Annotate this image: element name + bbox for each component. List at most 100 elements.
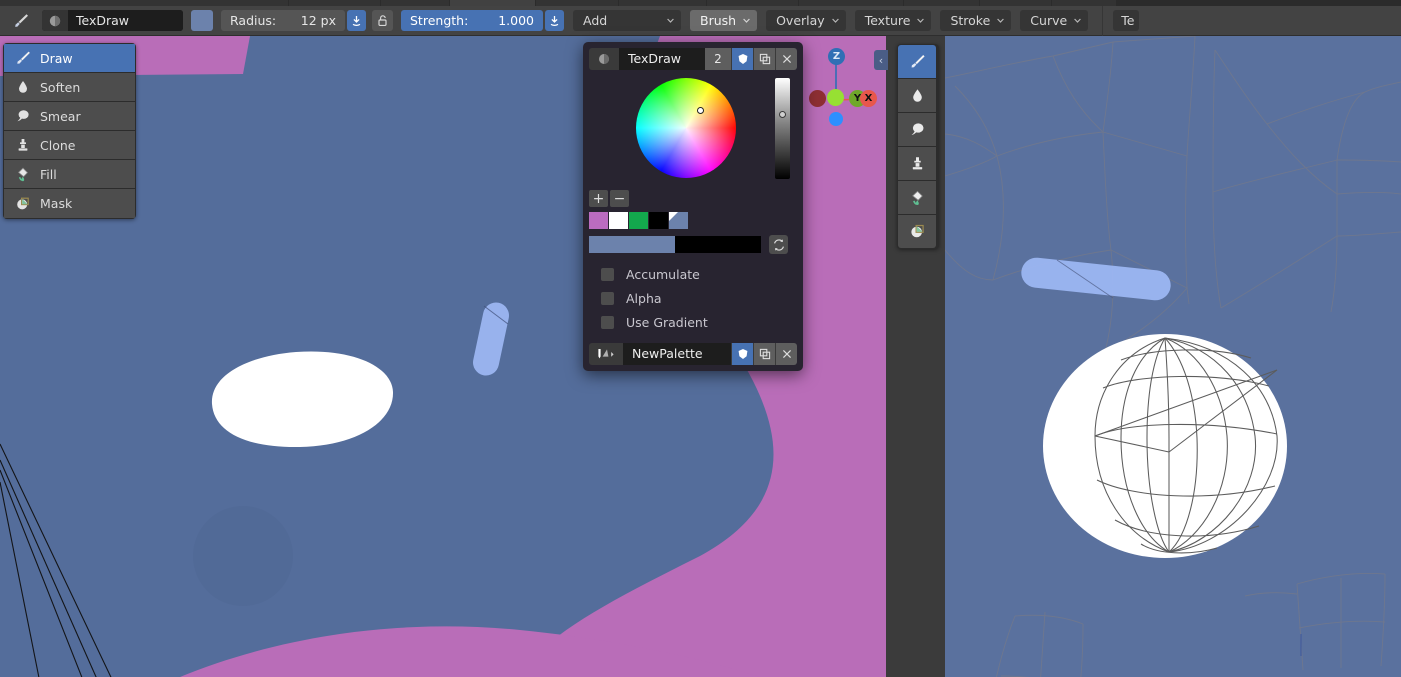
stamp-icon — [912, 157, 922, 170]
menu-stroke[interactable]: Stroke — [940, 10, 1012, 31]
overflow-menu-button[interactable]: Te — [1113, 10, 1140, 31]
menu-curve-label: Curve — [1030, 13, 1068, 28]
tool-draw[interactable]: Draw — [4, 44, 135, 73]
gizmo-axis-neg-x[interactable] — [809, 90, 826, 107]
menu-brush[interactable]: Brush — [690, 10, 758, 31]
viewport-tool-clone[interactable] — [898, 147, 936, 181]
toolbar-separator — [1102, 5, 1104, 36]
primary-color-swatch[interactable] — [589, 236, 675, 253]
menu-curve[interactable]: Curve — [1020, 10, 1089, 31]
stamp-icon — [10, 133, 36, 157]
primary-secondary-colors — [589, 235, 797, 254]
copy-icon[interactable] — [753, 48, 775, 70]
radius-value: 12 px — [300, 13, 336, 28]
bucket-icon — [10, 162, 36, 186]
chevron-down-icon — [666, 13, 675, 28]
bucket-icon — [911, 190, 923, 205]
tool-smear-label: Smear — [40, 108, 81, 124]
palette-name-field[interactable]: NewPalette — [623, 343, 731, 365]
color-wheel-row — [589, 78, 797, 179]
secondary-color-swatch[interactable] — [675, 236, 761, 253]
alpha-checkbox[interactable] — [601, 291, 614, 305]
shield-icon[interactable] — [731, 343, 753, 365]
gizmo-axis-neg-y[interactable] — [827, 89, 844, 106]
popup-brush-datablock: TexDraw 2 — [589, 48, 797, 70]
alpha-label: Alpha — [626, 290, 662, 306]
viewport-origin-dot — [829, 112, 843, 126]
viewport-tool-smear[interactable] — [898, 113, 936, 147]
tool-fill[interactable]: Fill — [4, 160, 135, 189]
viewport-tool-mask[interactable] — [898, 215, 936, 248]
tool-clone[interactable]: Clone — [4, 131, 135, 160]
swap-colors-icon[interactable] — [769, 235, 788, 254]
use-gradient-checkbox[interactable] — [601, 315, 614, 329]
swatch-selected-marker — [669, 212, 678, 221]
palette-datablock: NewPalette — [589, 343, 797, 365]
palette-swatch-selected[interactable] — [669, 212, 688, 229]
tool-mask[interactable]: Mask — [4, 189, 135, 218]
menu-brush-label: Brush — [700, 13, 737, 28]
gizmo-axis-z[interactable]: Z — [828, 48, 845, 65]
viewport-artwork — [945, 36, 1401, 677]
palette-remove-button[interactable]: − — [610, 190, 629, 207]
palette-icon[interactable] — [589, 343, 623, 365]
close-icon[interactable] — [775, 343, 797, 365]
chevron-down-icon — [996, 13, 1005, 28]
brush-header-toolbar: TexDraw Radius: 12 px Strength: 1.000 Ad… — [0, 5, 1401, 36]
palette-add-button[interactable]: + — [589, 190, 608, 207]
copy-icon[interactable] — [753, 343, 775, 365]
smear-icon — [911, 123, 923, 135]
palette-swatch[interactable] — [649, 212, 668, 229]
strength-field[interactable]: Strength: 1.000 — [401, 10, 543, 31]
value-slider-handle[interactable] — [779, 111, 786, 118]
popup-users-count[interactable]: 2 — [705, 48, 731, 70]
chevron-down-icon — [831, 13, 840, 28]
radius-pressure-icon[interactable] — [347, 10, 366, 31]
unlocked-icon[interactable] — [372, 10, 393, 31]
brush-datablock-icon — [589, 48, 619, 70]
tool-smear[interactable]: Smear — [4, 102, 135, 131]
tool-mask-label: Mask — [40, 196, 73, 211]
navigation-gizmo[interactable]: Z Y X — [805, 44, 885, 114]
color-wheel-cursor[interactable] — [697, 107, 704, 114]
palette-swatch[interactable] — [589, 212, 608, 229]
strength-pressure-icon[interactable] — [545, 10, 564, 31]
value-slider[interactable] — [775, 78, 790, 179]
close-icon[interactable] — [775, 48, 797, 70]
viewport-tool-fill[interactable] — [898, 181, 936, 215]
brush-datablock-icon — [42, 10, 68, 31]
viewport-tool-column — [897, 44, 939, 249]
shield-icon[interactable] — [731, 48, 753, 70]
menu-texture[interactable]: Texture — [854, 10, 932, 31]
color-picker-popup: TexDraw 2 + − Accumulate Alpha Use Gradi… — [583, 42, 803, 371]
tool-list-panel: Draw Soften Smear Clone Fill Mask — [3, 43, 136, 219]
chevron-left-icon[interactable]: ‹ — [874, 50, 888, 70]
mask-icon — [10, 192, 36, 216]
palette-swatch[interactable] — [609, 212, 628, 229]
chevron-down-icon — [916, 13, 925, 28]
accumulate-checkbox[interactable] — [601, 267, 614, 281]
option-accumulate[interactable]: Accumulate — [589, 264, 797, 284]
brush-datablock[interactable]: TexDraw — [42, 10, 183, 31]
viewport-3d[interactable] — [945, 36, 1401, 677]
option-use-gradient[interactable]: Use Gradient — [589, 312, 797, 332]
brush-icon — [911, 55, 925, 68]
menu-overlay[interactable]: Overlay — [766, 10, 846, 31]
brush-color-swatch[interactable] — [191, 10, 213, 31]
blender-window: TexDraw Radius: 12 px Strength: 1.000 Ad… — [0, 0, 1401, 677]
palette-swatch[interactable] — [629, 212, 648, 229]
chevron-down-icon — [1073, 13, 1082, 28]
blend-mode-value: Add — [583, 13, 608, 28]
brush-name-field[interactable]: TexDraw — [68, 10, 183, 31]
accumulate-label: Accumulate — [626, 266, 700, 282]
option-alpha[interactable]: Alpha — [589, 288, 797, 308]
color-wheel[interactable] — [636, 78, 736, 178]
tool-fill-label: Fill — [40, 166, 57, 182]
blend-mode-dropdown[interactable]: Add — [573, 10, 681, 31]
viewport-tool-soften[interactable] — [898, 79, 936, 113]
radius-field[interactable]: Radius: 12 px — [221, 10, 345, 31]
gizmo-axis-x[interactable]: X — [860, 90, 877, 107]
popup-brush-name[interactable]: TexDraw — [619, 48, 705, 70]
viewport-tool-draw[interactable] — [898, 45, 936, 79]
tool-soften[interactable]: Soften — [4, 73, 135, 102]
